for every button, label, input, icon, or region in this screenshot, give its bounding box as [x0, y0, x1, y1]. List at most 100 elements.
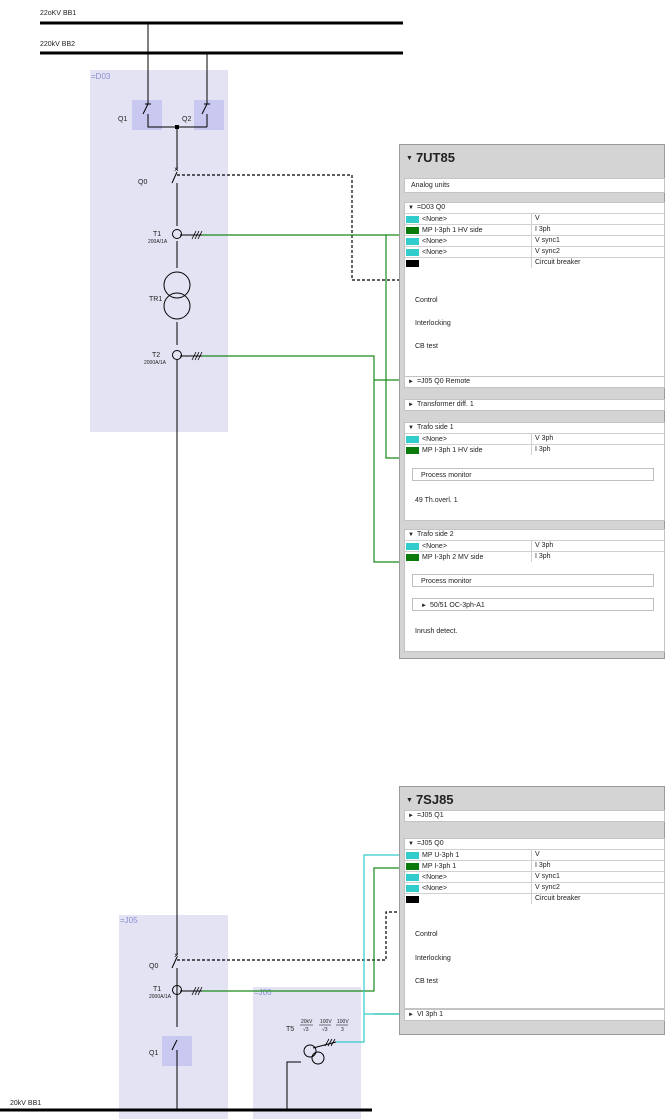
device-7sj85: ▼ 7SJ85 ► =J05 Q1 ▼ =J05 Q0 MP U-3ph 1V MP … — [399, 786, 665, 1035]
label-t2-rating: 2000A/1A — [144, 360, 167, 366]
ratio-b-den: √3 — [322, 1026, 328, 1033]
section-j05-q0: ▼ =J05 Q0 MP U-3ph 1V MP I-3ph 1I 3ph <No… — [404, 838, 665, 1009]
caret-right-icon: ► — [408, 402, 414, 408]
section-j05-q1[interactable]: ► =J05 Q1 — [404, 810, 665, 822]
function-oc[interactable]: ► 50/51 OC-3ph-A1 — [412, 598, 654, 611]
breaker-cross-icon: × — [174, 951, 179, 960]
signal-swatch — [406, 884, 419, 892]
signal-swatch — [406, 873, 419, 881]
caret-down-icon: ▼ — [408, 841, 414, 847]
label-t5: T5 — [286, 1026, 294, 1033]
caret-right-icon: ► — [408, 379, 414, 385]
function-cb-test[interactable]: CB test — [415, 343, 438, 350]
label-q0: Q0 — [138, 179, 147, 186]
busbar-label-bb2-top: 220kV BB2 — [40, 41, 75, 48]
label-q2: Q2 — [182, 116, 191, 123]
ratio-a-num: 20kV — [301, 1019, 313, 1025]
section-vi-3ph[interactable]: ► VI 3ph 1 — [404, 1009, 665, 1021]
caret-down-icon: ▼ — [408, 205, 414, 211]
caret-down-icon: ▼ — [408, 532, 414, 538]
function-control[interactable]: Control — [415, 297, 438, 304]
switch-j05-q1[interactable]: Q1 — [149, 1050, 158, 1057]
signal-swatch — [406, 226, 419, 234]
function-interlocking[interactable]: Interlocking — [415, 320, 451, 327]
device-title[interactable]: ▼ 7UT85 — [400, 145, 664, 165]
signal-swatch — [406, 862, 419, 870]
node-junction — [175, 125, 179, 129]
wire-j05-t1[interactable] — [202, 867, 405, 992]
caret-down-icon: ▼ — [406, 154, 413, 162]
caret-right-icon: ► — [408, 1012, 414, 1018]
bay-j00 — [253, 987, 361, 1119]
label-j05-t1-rating: 2000A/1A — [149, 994, 172, 1000]
table-row[interactable]: MP U-3ph 1V — [405, 849, 664, 860]
section-j05-q0-remote[interactable]: ► =J05 Q0 Remote — [404, 376, 665, 388]
table-row[interactable]: MP I-3ph 1I 3ph — [405, 860, 664, 871]
bay-label-j05: =J05 — [120, 916, 138, 925]
function-cb-test[interactable]: CB test — [415, 978, 438, 985]
signal-swatch — [406, 553, 419, 561]
breaker-cross-icon: × — [174, 165, 179, 174]
table-row[interactable]: <None> V sync2 — [405, 882, 664, 893]
section-header[interactable]: ▼ Trafo side 2 — [405, 530, 664, 540]
switch-q1[interactable]: Q1 — [118, 116, 127, 123]
ratio-c-num: 100V — [337, 1019, 349, 1025]
bay-label-d03: =D03 — [91, 72, 111, 81]
section-header[interactable]: ▼ =D03 Q0 — [405, 203, 664, 213]
table-row[interactable]: Circuit breaker — [405, 893, 664, 904]
table-row[interactable]: MP I-3ph 1 HV side I 3ph — [405, 224, 664, 235]
label-t1-rating: 200A/1A — [148, 239, 168, 245]
caret-down-icon: ▼ — [408, 425, 414, 431]
function-interlocking[interactable]: Interlocking — [415, 955, 451, 962]
ratio-a-den: √3 — [303, 1026, 309, 1033]
ratio-c-den: 3 — [341, 1027, 344, 1033]
device-7ut85: ▼ 7UT85 Analog units ▼ =D03 Q0 <None> V MP … — [399, 144, 665, 659]
signal-swatch — [406, 237, 419, 245]
label-t1: T1 — [153, 231, 161, 238]
signal-swatch — [406, 851, 419, 859]
analog-units-row[interactable]: Analog units — [404, 178, 665, 193]
signal-swatch — [406, 259, 419, 267]
signal-swatch — [406, 895, 419, 903]
signal-swatch — [406, 542, 419, 550]
table-row[interactable]: MP I-3ph 1 HV side I 3ph — [405, 444, 664, 455]
caret-right-icon: ► — [408, 813, 414, 819]
table-row[interactable]: <None> V — [405, 213, 664, 224]
section-trafo-side-2: ▼ Trafo side 2 <None> V 3ph MP I-3ph 2 MV … — [404, 529, 665, 652]
process-monitor-2[interactable]: Process monitor — [412, 574, 654, 587]
label-j05-t1: T1 — [153, 986, 161, 993]
label-t2: T2 — [152, 352, 160, 359]
section-d03-q0: ▼ =D03 Q0 <None> V MP I-3ph 1 HV side I 3ph… — [404, 202, 665, 387]
table-row[interactable]: MP I-3ph 2 MV side I 3ph — [405, 551, 664, 562]
section-header[interactable]: ▼ =J05 Q0 — [405, 839, 664, 849]
label-q1: Q1 — [118, 116, 127, 123]
switch-q2[interactable]: Q2 — [182, 116, 191, 123]
busbar-label-bb1-bottom: 20kV BB1 — [10, 1100, 41, 1107]
table-row[interactable]: <None> V 3ph — [405, 540, 664, 551]
table-row[interactable]: <None> V sync1 — [405, 871, 664, 882]
process-monitor-1[interactable]: Process monitor — [412, 468, 654, 481]
label-j05-q1: Q1 — [149, 1050, 158, 1057]
table-row[interactable]: <None> V 3ph — [405, 433, 664, 444]
table-row[interactable]: Circuit breaker — [405, 257, 664, 268]
ratio-b-num: 100V — [320, 1019, 332, 1025]
caret-down-icon: ▼ — [406, 796, 413, 804]
signal-swatch — [406, 435, 419, 443]
bay-j05 — [119, 915, 228, 1119]
device-title[interactable]: ▼ 7SJ85 — [400, 787, 664, 807]
signal-swatch — [406, 215, 419, 223]
label-tr1: TR1 — [149, 296, 162, 303]
table-row[interactable]: <None> V sync2 — [405, 246, 664, 257]
wire-t2-mv[interactable] — [202, 355, 405, 563]
function-overload[interactable]: 49 Th.overl. 1 — [415, 497, 458, 504]
function-inrush[interactable]: Inrush detect. — [415, 628, 457, 635]
section-header[interactable]: ▼ Trafo side 1 — [405, 423, 664, 433]
section-transformer-diff[interactable]: ► Transformer diff. 1 — [404, 399, 665, 411]
label-j05-q0: Q0 — [149, 963, 158, 970]
section-trafo-side-1: ▼ Trafo side 1 <None> V 3ph MP I-3ph 1 HV … — [404, 422, 665, 521]
signal-swatch — [406, 248, 419, 256]
signal-swatch — [406, 446, 419, 454]
table-row[interactable]: <None> V sync1 — [405, 235, 664, 246]
function-control[interactable]: Control — [415, 931, 438, 938]
caret-right-icon: ► — [421, 603, 427, 609]
